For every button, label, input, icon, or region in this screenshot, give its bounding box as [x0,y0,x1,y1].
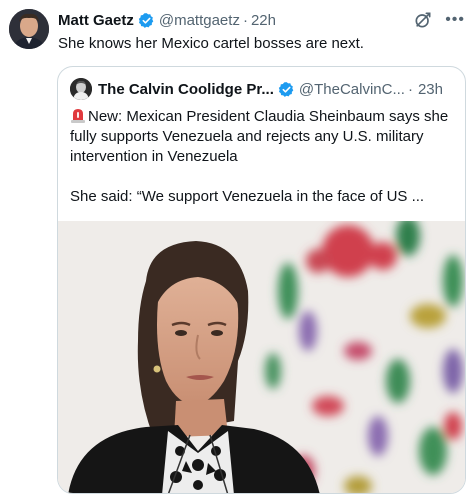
siren-emoji-icon [70,107,86,123]
tweet[interactable]: Matt Gaetz @mattgaetz · 22h ••• She know… [0,0,475,500]
author-avatar-image [9,9,49,49]
quoted-text-paragraph-1: New: Mexican President Claudia Sheinbaum… [70,107,453,167]
tweet-text: She knows her Mexico cartel bosses are n… [58,35,364,52]
quoted-author-avatar[interactable] [70,78,92,100]
tweet-header: Matt Gaetz @mattgaetz · 22h ••• [58,10,465,30]
author-avatar[interactable] [9,9,49,49]
more-options-icon[interactable]: ••• [445,12,465,28]
quoted-text-paragraph-2: She said: “We support Venezuela in the f… [70,188,425,205]
quoted-tweet[interactable]: The Calvin Coolidge Pr... @TheCalvinC...… [57,66,466,494]
verified-badge-icon [138,12,155,29]
quoted-tweet-timestamp[interactable]: 23h [418,81,443,98]
sheinbaum-photo [58,221,465,493]
tweet-timestamp[interactable]: 22h [251,12,276,29]
quoted-author-handle[interactable]: @TheCalvinC... [299,81,405,98]
grok-icon[interactable] [413,10,433,30]
quoted-tweet-header: The Calvin Coolidge Pr... @TheCalvinC...… [70,78,455,100]
separator-dot: · [242,11,248,29]
author-handle[interactable]: @mattgaetz [159,12,240,29]
separator-dot: · [407,80,413,98]
verified-badge-icon [278,81,295,98]
quoted-tweet-text: New: Mexican President Claudia Sheinbaum… [70,107,453,207]
quoted-text-line-1: New: Mexican President Claudia Sheinbaum… [70,108,449,165]
quoted-author-name[interactable]: The Calvin Coolidge Pr... [98,81,274,98]
author-name[interactable]: Matt Gaetz [58,12,134,29]
quoted-tweet-photo[interactable] [58,221,465,493]
